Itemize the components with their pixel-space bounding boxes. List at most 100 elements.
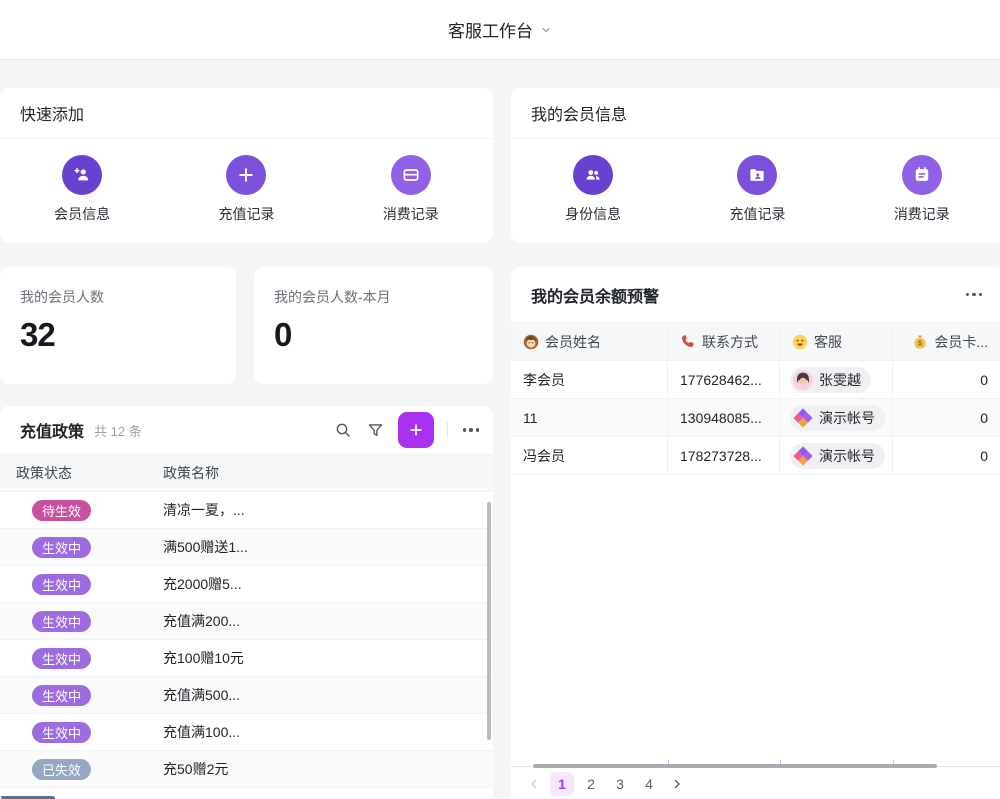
member-phone: 178273728... bbox=[668, 437, 780, 474]
status-badge: 生效中 bbox=[32, 722, 91, 743]
member-phone: 177628462... bbox=[668, 361, 780, 398]
member-name: 冯会员 bbox=[511, 437, 668, 474]
table-row[interactable]: 生效中 充2000赠5... bbox=[0, 566, 493, 603]
table-row[interactable]: 11 130948085... 演示帐号 0 bbox=[511, 399, 1000, 437]
quick-add-member-info[interactable]: 会员信息 bbox=[0, 139, 164, 224]
member-info-card: 我的会员信息 身份信息 充值记录 消费记录 bbox=[511, 88, 1000, 243]
policy-name: 充值满100... bbox=[155, 722, 493, 742]
girl-photo-avatar bbox=[793, 370, 813, 390]
member-card-value: 0 bbox=[893, 399, 1000, 436]
table-row[interactable]: 生效中 充100赠10元 bbox=[0, 640, 493, 677]
folder-user-icon bbox=[737, 155, 777, 195]
column-header-member-card[interactable]: $ 会员卡... bbox=[893, 323, 1000, 360]
policy-name: 满500赠送1... bbox=[155, 537, 493, 557]
balance-table-header: 会员姓名 联系方式 客服 $ 会员卡... bbox=[511, 322, 1000, 361]
card-icon bbox=[391, 155, 431, 195]
chevron-left-icon[interactable] bbox=[523, 772, 545, 796]
policy-name: 充50赠2元 bbox=[155, 759, 493, 779]
more-icon[interactable] bbox=[964, 289, 985, 301]
quick-add-recharge-record[interactable]: 充值记录 bbox=[164, 139, 328, 224]
search-icon[interactable] bbox=[333, 420, 353, 440]
member-consumption-record-label: 消费记录 bbox=[894, 204, 950, 224]
table-row[interactable]: 生效中 充值满100... bbox=[0, 714, 493, 751]
policy-card-title: 充值政策 bbox=[20, 418, 84, 442]
table-row[interactable]: 生效中 充值满200... bbox=[0, 603, 493, 640]
agent-name: 演示帐号 bbox=[819, 408, 875, 428]
status-badge: 生效中 bbox=[32, 685, 91, 706]
member-recharge-record[interactable]: 充值记录 bbox=[675, 139, 839, 224]
member-card-value: 0 bbox=[893, 361, 1000, 398]
column-header-name[interactable]: 政策名称 bbox=[155, 463, 493, 483]
stat-card-member-count: 我的会员人数 32 bbox=[0, 267, 236, 384]
filter-icon[interactable] bbox=[366, 421, 385, 440]
agent-chip: 张雯越 bbox=[790, 367, 871, 393]
quick-add-consumption-record[interactable]: 消费记录 bbox=[329, 139, 493, 224]
stat-value: 32 bbox=[20, 316, 216, 354]
column-header-contact[interactable]: 联系方式 bbox=[668, 323, 780, 360]
member-phone: 130948085... bbox=[668, 399, 780, 436]
page-button-2[interactable]: 2 bbox=[579, 772, 603, 796]
policy-name: 充2000赠5... bbox=[155, 574, 493, 594]
status-badge: 已失效 bbox=[32, 759, 91, 780]
stat-card-member-count-month: 我的会员人数-本月 0 bbox=[254, 267, 493, 384]
demo-diamond-avatar bbox=[793, 446, 813, 466]
column-header-agent[interactable]: 客服 bbox=[780, 323, 893, 360]
quick-add-title: 快速添加 bbox=[0, 88, 493, 139]
table-row[interactable]: 待生效 清凉一夏，... bbox=[0, 492, 493, 529]
recharge-policy-card: 充值政策 共 12 条 政策状态 政策名称 待生效 清凉一夏 bbox=[0, 406, 493, 799]
status-badge: 生效中 bbox=[32, 574, 91, 595]
member-name: 11 bbox=[511, 399, 668, 436]
status-badge: 生效中 bbox=[32, 648, 91, 669]
add-record-button[interactable] bbox=[398, 412, 434, 448]
calendar-icon bbox=[902, 155, 942, 195]
pagination: 1 2 3 4 bbox=[523, 770, 688, 798]
stat-label: 我的会员人数-本月 bbox=[274, 287, 473, 307]
policy-name: 充100赠10元 bbox=[155, 648, 493, 668]
woman-icon bbox=[523, 334, 539, 350]
page-button-3[interactable]: 3 bbox=[608, 772, 632, 796]
policy-name: 充值满500... bbox=[155, 685, 493, 705]
vertical-scrollbar[interactable] bbox=[487, 502, 491, 740]
toolbar-divider bbox=[447, 422, 448, 438]
page-title[interactable]: 客服工作台 bbox=[448, 17, 533, 42]
add-user-icon bbox=[62, 155, 102, 195]
member-info-title: 我的会员信息 bbox=[511, 88, 1000, 139]
table-row[interactable]: 冯会员 178273728... 演示帐号 0 bbox=[511, 437, 1000, 475]
smiley-icon bbox=[792, 334, 808, 350]
member-identity-info-label: 身份信息 bbox=[565, 204, 621, 224]
stat-label: 我的会员人数 bbox=[20, 287, 216, 307]
chevron-down-icon[interactable] bbox=[540, 24, 552, 36]
top-bar: 客服工作台 bbox=[0, 0, 1000, 60]
policy-name: 清凉一夏，... bbox=[155, 500, 493, 520]
policy-table-header: 政策状态 政策名称 bbox=[0, 455, 493, 492]
moneybag-icon: $ bbox=[912, 334, 928, 350]
member-identity-info[interactable]: 身份信息 bbox=[511, 139, 675, 224]
page-button-4[interactable]: 4 bbox=[637, 772, 661, 796]
policy-name: 充值满200... bbox=[155, 611, 493, 631]
plus-icon bbox=[406, 420, 426, 440]
quick-add-recharge-record-label: 充值记录 bbox=[218, 204, 274, 224]
column-header-member-name[interactable]: 会员姓名 bbox=[511, 323, 668, 360]
chevron-right-icon[interactable] bbox=[666, 772, 688, 796]
balance-warning-card: 我的会员余额预警 会员姓名 联系方式 客服 $ 会员卡... 李会员 1 bbox=[511, 267, 1000, 799]
table-row[interactable]: 生效中 充值满500... bbox=[0, 677, 493, 714]
page-button-1[interactable]: 1 bbox=[550, 772, 574, 796]
member-card-value: 0 bbox=[893, 437, 1000, 474]
table-row[interactable]: 已失效 充50赠2元 bbox=[0, 751, 493, 788]
status-badge: 生效中 bbox=[32, 537, 91, 558]
balance-card-title: 我的会员余额预警 bbox=[531, 283, 659, 307]
member-name: 李会员 bbox=[511, 361, 668, 398]
more-icon[interactable] bbox=[461, 424, 482, 436]
table-row[interactable]: 生效中 满500赠送1... bbox=[0, 529, 493, 566]
horizontal-scrollbar[interactable] bbox=[533, 764, 937, 768]
agent-chip: 演示帐号 bbox=[790, 405, 885, 431]
demo-diamond-avatar bbox=[793, 408, 813, 428]
policy-record-count: 共 12 条 bbox=[94, 421, 142, 440]
table-row[interactable]: 李会员 177628462... 张雯越 0 bbox=[511, 361, 1000, 399]
phone-icon bbox=[680, 334, 696, 350]
column-header-status[interactable]: 政策状态 bbox=[0, 463, 155, 483]
member-recharge-record-label: 充值记录 bbox=[729, 204, 785, 224]
member-consumption-record[interactable]: 消费记录 bbox=[840, 139, 1000, 224]
status-badge: 待生效 bbox=[32, 500, 91, 521]
agent-name: 张雯越 bbox=[819, 370, 861, 390]
